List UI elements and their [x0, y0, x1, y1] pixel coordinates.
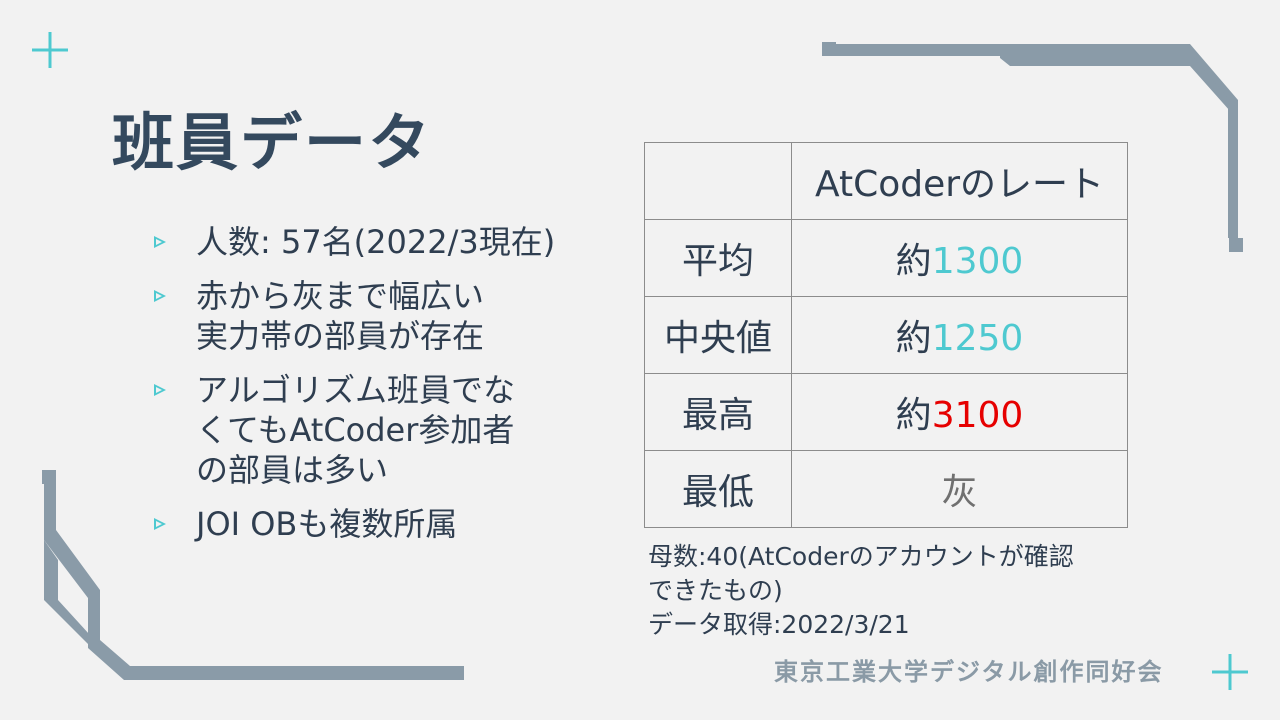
note-line: できたもの) [648, 576, 783, 605]
table-row: 最低 灰 [644, 450, 1128, 528]
table-row: 平均 約1300 [644, 219, 1128, 297]
bullet-list: 人数: 57名(2022/3現在) 赤から灰まで幅広い 実力帯の部員が存在 アル… [152, 222, 592, 558]
row-label: 平均 [644, 219, 792, 297]
bullet-text: 赤から灰まで幅広い 実力帯の部員が存在 [196, 277, 485, 355]
plus-icon [32, 32, 68, 68]
row-value-cell: 灰 [791, 450, 1128, 528]
table-row: 中央値 約1250 [644, 296, 1128, 374]
row-value-cell: 約1250 [791, 296, 1128, 374]
rating-value: 灰 [941, 472, 978, 513]
row-value-cell: 約1300 [791, 219, 1128, 297]
bullet-item: JOI OBも複数所属 [152, 504, 592, 544]
row-label: 最高 [644, 373, 792, 451]
table-header-cell: AtCoderのレート [791, 142, 1128, 220]
rating-value: 3100 [931, 395, 1024, 436]
bullet-arrow-icon [154, 236, 166, 248]
bullet-item: アルゴリズム班員でな くてもAtCoder参加者 の部員は多い [152, 370, 592, 490]
bullet-arrow-icon [154, 384, 166, 396]
bullet-text: JOI OBも複数所属 [196, 505, 458, 543]
value-prefix: 約 [895, 241, 932, 282]
row-value-cell: 約3100 [791, 373, 1128, 451]
rating-value: 1250 [931, 318, 1024, 359]
table-row: 最高 約3100 [644, 373, 1128, 451]
slide-title: 班員データ [112, 106, 433, 179]
note-line: データ取得:2022/3/21 [648, 610, 910, 639]
bullet-arrow-icon [154, 518, 166, 530]
organization-name: 東京工業大学デジタル創作同好会 [774, 658, 1164, 686]
table-header-row: AtCoderのレート [644, 142, 1128, 220]
bullet-text: アルゴリズム班員でな くてもAtCoder参加者 の部員は多い [196, 371, 516, 489]
rating-value: 1300 [931, 241, 1024, 282]
note-line: 母数:40(AtCoderのアカウントが確認 [648, 542, 1074, 571]
bullet-item: 人数: 57名(2022/3現在) [152, 222, 592, 262]
data-note: 母数:40(AtCoderのアカウントが確認 できたもの) データ取得:2022… [648, 540, 1148, 642]
value-prefix: 約 [895, 318, 932, 359]
rating-table: AtCoderのレート 平均 約1300 中央値 約1250 最高 約3100 … [644, 142, 1128, 528]
bullet-item: 赤から灰まで幅広い 実力帯の部員が存在 [152, 276, 592, 356]
value-prefix: 約 [895, 395, 932, 436]
table-corner-cell [644, 142, 792, 220]
bullet-arrow-icon [154, 290, 166, 302]
plus-icon [1212, 654, 1248, 690]
bullet-text: 人数: 57名(2022/3現在) [196, 223, 556, 261]
row-label: 最低 [644, 450, 792, 528]
row-label: 中央値 [644, 296, 792, 374]
